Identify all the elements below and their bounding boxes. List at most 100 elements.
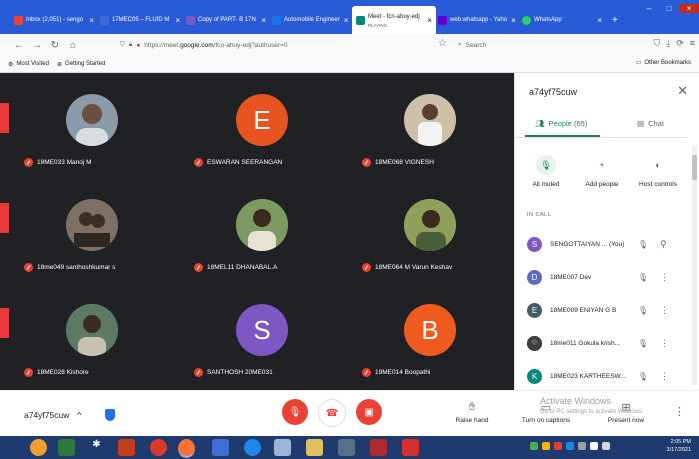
participant-tile[interactable]: 18ME028 Kishore xyxy=(6,283,176,386)
tab-fluid[interactable]: 17MEC05 – FLUID M × xyxy=(100,9,184,31)
new-tab-button[interactable]: + xyxy=(612,9,626,31)
tab-copy-part-b[interactable]: Copy of PART- B 17N × xyxy=(186,9,270,31)
chat-tab-label: Chat xyxy=(648,119,664,128)
captions-label: Turn on captions xyxy=(521,417,571,424)
bluetooth-icon[interactable]: ✱ xyxy=(88,439,105,456)
more-options-icon[interactable]: ⋮ xyxy=(660,338,669,349)
microphone-toggle-button[interactable]: 🎙︎ xyxy=(282,399,308,425)
shield-icon[interactable] xyxy=(105,409,116,421)
menu-icon[interactable]: ≡ xyxy=(690,38,695,49)
more-options-icon[interactable]: ⋮ xyxy=(660,272,669,283)
tab-meet-active[interactable]: Meet - fcn-ahuy-edj PLAYING × xyxy=(352,6,436,34)
mic-off-icon xyxy=(194,158,203,167)
internet-explorer-icon[interactable] xyxy=(244,439,261,456)
back-icon[interactable]: ← xyxy=(10,40,28,51)
participant-row[interactable]: 18me011 Gokula krish... 🎙︎ ⋮ xyxy=(527,333,682,353)
maximize-icon[interactable]: □ xyxy=(659,4,679,13)
mic-off-icon[interactable]: 🎙︎ xyxy=(636,306,650,315)
bookmark-most-visited[interactable]: ⚙ Most Visited xyxy=(8,61,49,68)
mic-off-icon[interactable]: 🎙︎ xyxy=(636,339,650,348)
settings-icon[interactable] xyxy=(338,439,355,456)
participant-tile[interactable]: 18ME064 M Varun Keshav xyxy=(344,178,514,281)
forward-icon[interactable]: → xyxy=(28,40,46,51)
network-icon[interactable] xyxy=(590,442,598,450)
participant-name-label: 18ME064 M Varun Keshav xyxy=(362,263,452,272)
participant-tile[interactable]: B 19ME014 Boopathi xyxy=(344,283,514,386)
participant-tile[interactable]: 18ME033 Manoj M xyxy=(6,73,176,176)
camera-toggle-button[interactable]: ▣ xyxy=(356,399,382,425)
close-tab-icon[interactable]: × xyxy=(340,16,350,25)
address-bar[interactable]: ⛉ 🔒︎ ● https://meet. google.com /fcn-ahu… xyxy=(120,37,440,53)
close-window-icon[interactable]: × xyxy=(679,4,699,13)
home-icon[interactable]: ⌂ xyxy=(64,40,82,51)
tab-people[interactable]: 👥︎ People (65) xyxy=(535,119,587,128)
add-people-button[interactable]: + Add people xyxy=(572,155,632,188)
powerpoint-icon[interactable] xyxy=(118,439,135,456)
participant-row[interactable]: S SENGOTTAIYAN ... (You) 🎙︎ ⚲ xyxy=(527,234,682,254)
participant-tile[interactable]: 18me049 santhoshkumar s xyxy=(6,178,176,281)
app-icon[interactable] xyxy=(212,439,229,456)
all-muted-button[interactable]: 🎙︎ All muted xyxy=(516,155,576,188)
explorer-icon[interactable] xyxy=(274,439,291,456)
folder-icon[interactable] xyxy=(306,439,323,456)
scrollbar-thumb[interactable] xyxy=(692,155,697,180)
tray-app-icon[interactable] xyxy=(566,442,574,450)
participant-photo xyxy=(66,94,118,146)
store-icon[interactable] xyxy=(370,439,387,456)
close-tab-icon[interactable]: × xyxy=(593,16,606,25)
mic-off-icon xyxy=(194,263,203,272)
close-tab-icon[interactable]: × xyxy=(171,16,184,25)
mic-off-icon[interactable]: 🎙︎ xyxy=(636,273,650,282)
tray-app-icon[interactable] xyxy=(578,442,586,450)
bookmark-star-icon[interactable]: ☆ xyxy=(438,38,447,49)
reload-icon[interactable]: ↻ xyxy=(46,40,64,51)
participant-tile[interactable]: S SANTHOSH 20ME031 xyxy=(176,283,346,386)
volume-icon[interactable] xyxy=(602,442,610,450)
participant-row[interactable]: K 18ME023 KARTHEESW... 🎙︎ ⋮ xyxy=(527,366,682,386)
participant-row[interactable]: D 18ME007 Dev 🎙︎ ⋮ xyxy=(527,267,682,287)
minimize-icon[interactable]: – xyxy=(639,4,659,13)
window-controls: – □ × xyxy=(639,4,699,13)
leave-call-button[interactable]: ☎︎ xyxy=(318,399,346,427)
raise-hand-button[interactable]: ✋︎ Raise hand xyxy=(442,401,502,424)
participant-tile[interactable]: 18ME068 VIGNESH xyxy=(344,73,514,176)
more-options-icon[interactable]: ⋮ xyxy=(660,305,669,316)
tab-gmail[interactable]: Inbox (2,051) - sengo × xyxy=(14,9,98,31)
tab-automobile[interactable]: Automobile Engineer × xyxy=(272,9,350,31)
panel-scrollbar[interactable] xyxy=(692,145,697,385)
tab-chat[interactable]: ▤ Chat xyxy=(637,119,664,128)
close-panel-icon[interactable]: ✕ xyxy=(677,83,688,99)
pocket-icon[interactable]: ⛉ xyxy=(653,38,660,49)
firefox-icon[interactable] xyxy=(178,439,195,458)
tab-whatsapp[interactable]: WhatsApp × xyxy=(522,9,606,31)
other-bookmarks[interactable]: ▭ Other Bookmarks xyxy=(636,59,691,67)
excel-icon[interactable] xyxy=(58,439,75,456)
participant-tile[interactable]: 18MEL11 DHANABAL.A xyxy=(176,178,346,281)
tray-app-icon[interactable] xyxy=(530,442,538,450)
more-options-icon[interactable]: ⋮ xyxy=(660,371,669,382)
participant-row[interactable]: E 18ME009 ENIYAN G B 🎙︎ ⋮ xyxy=(527,300,682,320)
search-input[interactable]: ⌕ Search xyxy=(458,38,608,52)
mic-off-icon[interactable]: 🎙︎ xyxy=(636,240,650,249)
tab-web-whatsapp[interactable]: web.whatsapp - Yaho × xyxy=(438,9,518,31)
download-icon[interactable]: ⤓ xyxy=(666,38,670,49)
close-tab-icon[interactable]: × xyxy=(85,16,98,25)
opera-icon[interactable] xyxy=(150,439,167,456)
pin-icon[interactable]: ⚲ xyxy=(660,239,667,250)
participant-tile[interactable]: E ESWARAN SEERANGAN xyxy=(176,73,346,176)
close-tab-icon[interactable]: × xyxy=(507,16,518,25)
close-tab-icon[interactable]: × xyxy=(257,16,270,25)
sync-icon[interactable]: ⟳ xyxy=(676,38,684,49)
tray-app-icon[interactable] xyxy=(554,442,562,450)
tray-app-icon[interactable] xyxy=(542,442,550,450)
chrome-icon[interactable] xyxy=(30,439,47,456)
more-options-icon[interactable]: ⋮ xyxy=(674,405,685,418)
bookmark-getting-started[interactable]: ⊕ Getting Started xyxy=(57,61,105,68)
meeting-details-button[interactable]: a74yf75cuw ^ xyxy=(24,409,116,421)
mic-off-icon[interactable]: 🎙︎ xyxy=(636,372,650,381)
pdf-icon[interactable] xyxy=(402,439,419,456)
clock[interactable]: 2:05 PM 3/17/2021 xyxy=(667,438,691,454)
participant-avatar: B xyxy=(404,304,456,356)
host-controls-button[interactable]: ◐ Host controls xyxy=(628,155,688,188)
close-tab-icon[interactable]: × xyxy=(423,16,436,25)
